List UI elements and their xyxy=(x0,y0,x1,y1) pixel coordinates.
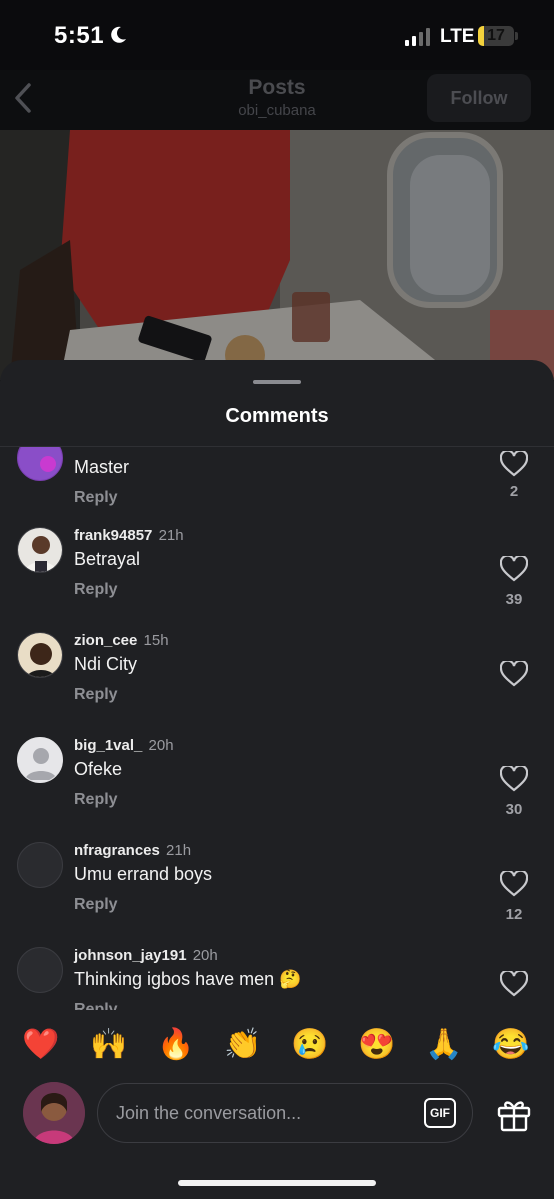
sheet-title: Comments xyxy=(225,405,329,427)
default-avatar-icon xyxy=(18,738,62,782)
my-avatar[interactable] xyxy=(23,1082,85,1144)
comment-username[interactable]: big_1val_ xyxy=(74,737,142,754)
reply-button[interactable]: Reply xyxy=(74,686,118,704)
like-count: 2 xyxy=(509,483,519,500)
header: Posts obi_cubana Follow xyxy=(0,70,554,130)
heart-icon[interactable] xyxy=(500,871,528,897)
gif-button[interactable]: GIF xyxy=(424,1098,456,1128)
comment-meta: big_1val_ 20h xyxy=(74,737,174,754)
battery-level: 17 xyxy=(487,27,505,44)
reply-button[interactable]: Reply xyxy=(74,896,118,914)
gift-icon[interactable] xyxy=(496,1096,532,1132)
follow-button[interactable]: Follow xyxy=(427,74,531,122)
comment-meta: frank94857 21h xyxy=(74,527,184,544)
heart-icon[interactable] xyxy=(500,661,528,687)
emoji-reaction-row: ❤️ 🙌 🔥 👏 😢 😍 🙏 😂 xyxy=(0,1022,554,1068)
comments-sheet: Comments Master Reply 2 frank94857 21h B… xyxy=(0,360,554,1199)
comment-time: 21h xyxy=(166,842,192,859)
heart-icon[interactable] xyxy=(500,971,528,997)
like-count: 30 xyxy=(505,801,523,818)
comment-list[interactable]: Master Reply 2 frank94857 21h Betrayal R… xyxy=(0,447,554,1010)
emoji-button[interactable]: ❤️ xyxy=(19,1022,63,1066)
comment-username[interactable]: zion_cee xyxy=(74,632,137,649)
video-frame-image xyxy=(0,130,554,380)
avatar[interactable] xyxy=(17,737,63,783)
comment-text: Thinking igbos have men 🤔 xyxy=(74,969,302,989)
comment-meta: zion_cee 15h xyxy=(74,632,169,649)
comment-item: johnson_jay191 20h Thinking igbos have m… xyxy=(0,947,554,1010)
comment-text: Betrayal xyxy=(74,549,141,569)
comment-time: 21h xyxy=(158,527,184,544)
comment-item: zion_cee 15h Ndi City Reply xyxy=(0,632,554,737)
heart-icon[interactable] xyxy=(500,766,528,792)
battery-cap xyxy=(515,32,518,40)
emoji-button[interactable]: 🔥 xyxy=(154,1022,198,1066)
avatar[interactable] xyxy=(17,527,63,573)
heart-icon[interactable] xyxy=(500,556,528,582)
comment-item: big_1val_ 20h Ofeke Reply 30 xyxy=(0,737,554,842)
avatar[interactable] xyxy=(17,947,63,993)
status-bar: 5:51 LTE 17 xyxy=(0,0,554,70)
comment-text: Ndi City xyxy=(74,654,138,674)
comment-text: Umu errand boys xyxy=(74,864,213,884)
reply-button[interactable]: Reply xyxy=(74,581,118,599)
emoji-button[interactable]: 😍 xyxy=(355,1022,399,1066)
comment-username[interactable]: nfragrances xyxy=(74,842,160,859)
comment-item: frank94857 21h Betrayal Reply 39 xyxy=(0,527,554,632)
avatar[interactable] xyxy=(17,842,63,888)
reply-button[interactable]: Reply xyxy=(74,1001,118,1010)
video-preview[interactable] xyxy=(0,130,554,380)
emoji-button[interactable]: 😢 xyxy=(288,1022,332,1066)
comment-composer: GIF xyxy=(97,1083,473,1143)
heart-icon[interactable] xyxy=(500,451,528,477)
comment-meta: johnson_jay191 20h xyxy=(74,947,218,964)
sheet-grabber[interactable] xyxy=(253,380,301,384)
home-indicator[interactable] xyxy=(178,1180,376,1186)
battery-icon: 17 xyxy=(478,26,514,46)
comment-username[interactable]: frank94857 xyxy=(74,527,152,544)
emoji-button[interactable]: 👏 xyxy=(221,1022,265,1066)
comment-username[interactable]: johnson_jay191 xyxy=(74,947,187,964)
like-count: 12 xyxy=(505,906,523,923)
reply-button[interactable]: Reply xyxy=(74,489,118,507)
avatar[interactable] xyxy=(17,447,63,481)
network-type: LTE xyxy=(440,26,475,47)
moon-icon xyxy=(111,26,126,43)
avatar[interactable] xyxy=(17,632,63,678)
comment-text: Ofeke xyxy=(74,759,123,779)
comment-time: 20h xyxy=(192,947,218,964)
comment-meta: nfragrances 21h xyxy=(74,842,191,859)
comment-item: nfragrances 21h Umu errand boys Reply 12 xyxy=(0,842,554,947)
emoji-button[interactable]: 🙌 xyxy=(87,1022,131,1066)
status-time: 5:51 xyxy=(54,22,105,49)
comment-text: Master xyxy=(74,457,130,477)
emoji-button[interactable]: 🙏 xyxy=(422,1022,466,1066)
comment-time: 20h xyxy=(148,737,174,754)
comment-time: 15h xyxy=(143,632,169,649)
reply-button[interactable]: Reply xyxy=(74,791,118,809)
signal-icon xyxy=(405,28,430,46)
like-count: 39 xyxy=(505,591,523,608)
emoji-button[interactable]: 😂 xyxy=(489,1022,533,1066)
comment-input[interactable] xyxy=(116,1084,406,1142)
